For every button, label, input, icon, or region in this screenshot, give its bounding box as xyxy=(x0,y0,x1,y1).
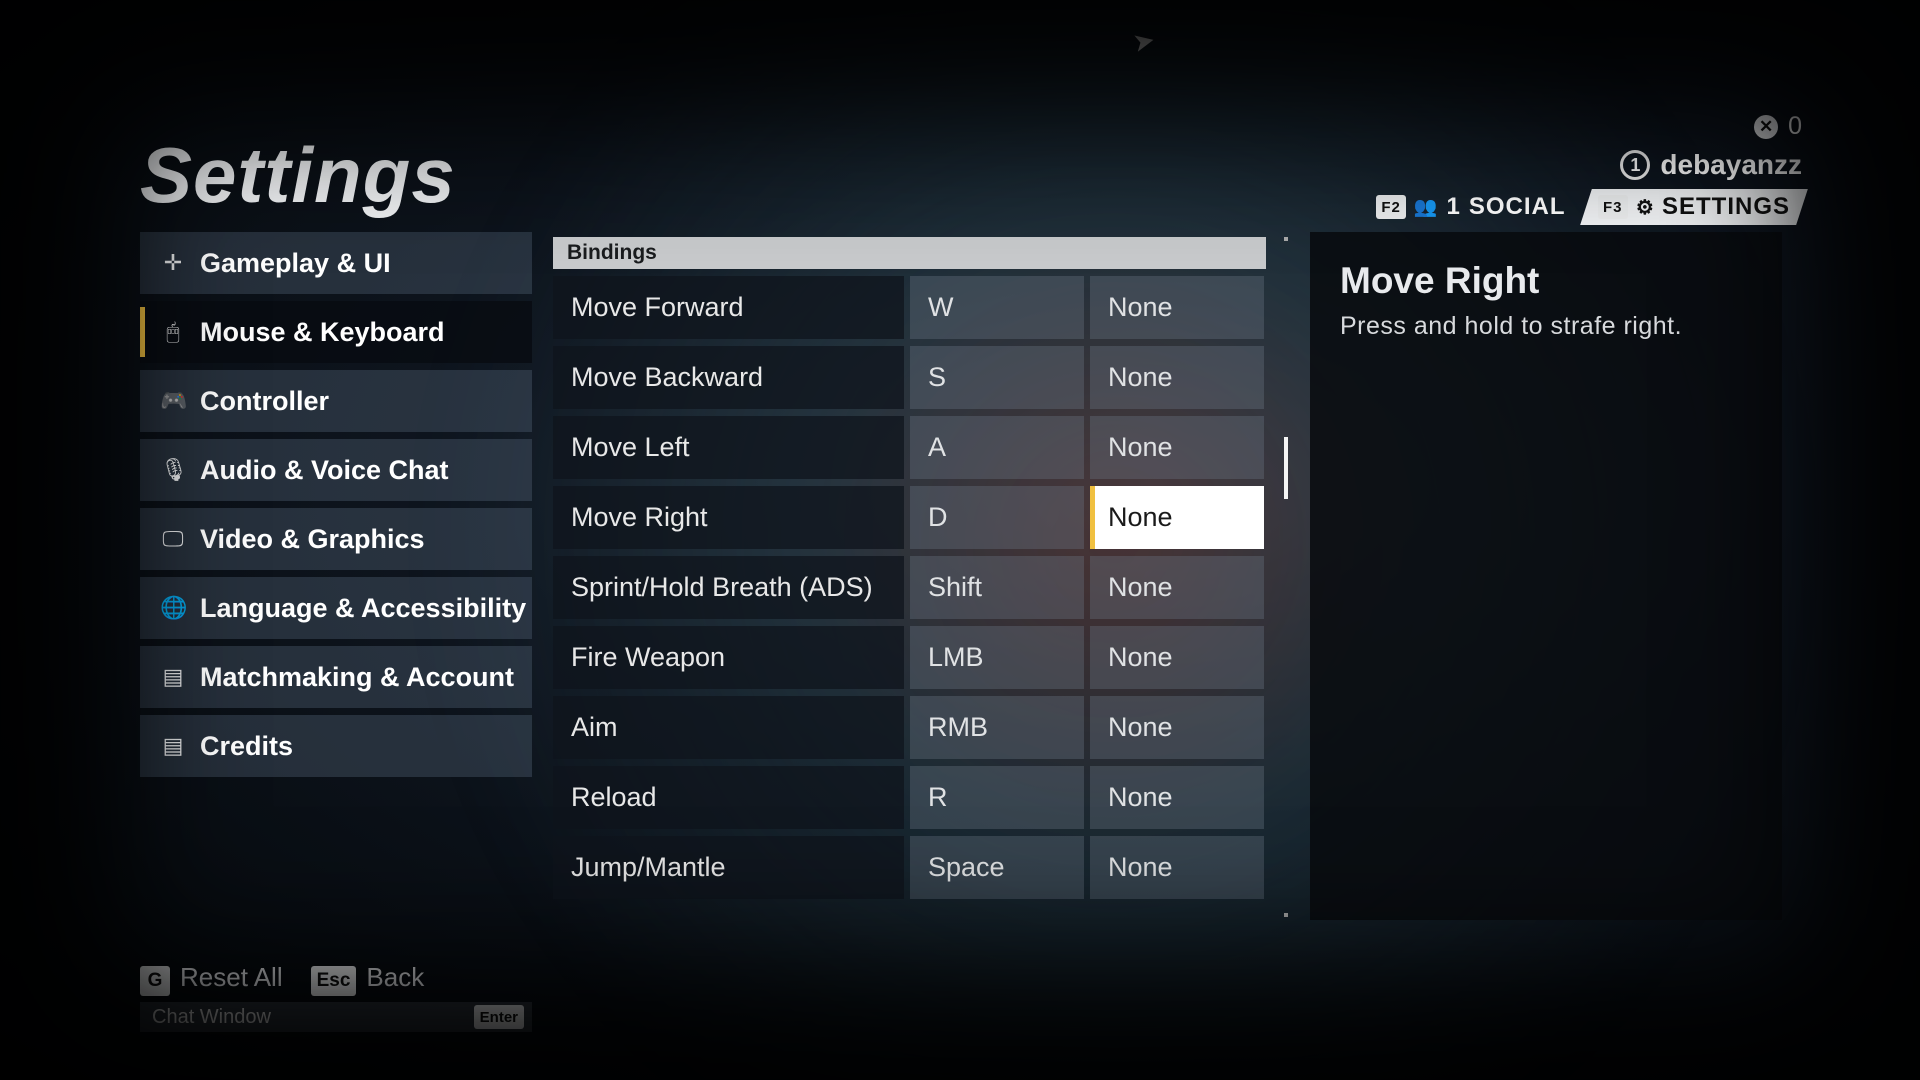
binding-alt-key[interactable]: None xyxy=(1090,836,1264,899)
username-label: debayanzz xyxy=(1660,149,1802,181)
cursor-icon: ➤ xyxy=(1130,24,1158,59)
tab-social[interactable]: F2 👥 1 SOCIAL xyxy=(1364,189,1577,225)
party-size-ring-icon: 1 xyxy=(1620,150,1650,180)
hud-tabs: F2 👥 1 SOCIAL F3 ⚙ SETTINGS xyxy=(1364,189,1802,225)
binding-alt-key[interactable]: None xyxy=(1090,696,1264,759)
reset-all-prompt[interactable]: G Reset All xyxy=(140,962,283,996)
bindings-scrollbar[interactable] xyxy=(1284,237,1288,917)
binding-alt-key[interactable]: None xyxy=(1090,486,1264,549)
binding-action-label: Jump/Mantle xyxy=(553,836,904,899)
scrollbar-thumb[interactable] xyxy=(1284,437,1288,499)
binding-alt-key[interactable]: None xyxy=(1090,346,1264,409)
sidebar-item-label: Controller xyxy=(200,386,329,417)
sidebar-item-audio-voice[interactable]: 🎙 Audio & Voice Chat xyxy=(140,439,532,501)
sidebar-item-credits[interactable]: ▤ Credits xyxy=(140,715,532,777)
page-title: Settings xyxy=(140,130,456,221)
binding-alt-key[interactable]: None xyxy=(1090,276,1264,339)
binding-action-label: Move Forward xyxy=(553,276,904,339)
sidebar-item-gameplay-ui[interactable]: ✛ Gameplay & UI xyxy=(140,232,532,294)
chat-window-label: Chat Window xyxy=(152,1006,271,1029)
sidebar-item-mouse-keyboard[interactable]: 🖱 Mouse & Keyboard xyxy=(140,301,532,363)
sidebar-item-label: Video & Graphics xyxy=(200,524,425,555)
list-icon: ▤ xyxy=(160,733,186,759)
bindings-section-header: Bindings xyxy=(553,237,1266,269)
binding-row: Move Forward W None xyxy=(553,276,1266,339)
crosshair-icon: ✛ xyxy=(160,250,186,276)
bindings-panel: Bindings Move Forward W None Move Backwa… xyxy=(553,237,1266,906)
binding-action-label: Move Left xyxy=(553,416,904,479)
binding-primary-key[interactable]: LMB xyxy=(910,626,1084,689)
list-icon: ▤ xyxy=(160,664,186,690)
sidebar-item-label: Credits xyxy=(200,731,293,762)
binding-primary-key[interactable]: W xyxy=(910,276,1084,339)
prompt-label: Back xyxy=(366,962,424,992)
sidebar-item-label: Matchmaking & Account xyxy=(200,662,514,693)
binding-row: Sprint/Hold Breath (ADS) Shift None xyxy=(553,556,1266,619)
scrollbar-top-marker xyxy=(1284,237,1288,241)
currency-display: ✕ 0 xyxy=(1754,112,1802,141)
microphone-icon: 🎙 xyxy=(160,457,186,483)
keycap-icon: F2 xyxy=(1376,195,1406,219)
binding-alt-key[interactable]: None xyxy=(1090,556,1264,619)
binding-action-label: Reload xyxy=(553,766,904,829)
social-count: 1 xyxy=(1447,193,1461,221)
player-identity[interactable]: 1 debayanzz xyxy=(1620,149,1802,181)
sidebar-item-video-graphics[interactable]: 🖵 Video & Graphics xyxy=(140,508,532,570)
prompt-label: Reset All xyxy=(180,962,283,992)
friends-icon: 👥 xyxy=(1414,195,1439,219)
tab-settings[interactable]: F3 ⚙ SETTINGS xyxy=(1580,189,1808,225)
sidebar-item-label: Language & Accessibility xyxy=(200,593,526,624)
binding-primary-key[interactable]: D xyxy=(910,486,1084,549)
currency-value: 0 xyxy=(1788,112,1802,141)
gamepad-icon: 🎮 xyxy=(160,388,186,414)
tab-label: SETTINGS xyxy=(1662,193,1790,221)
binding-action-label: Sprint/Hold Breath (ADS) xyxy=(553,556,904,619)
binding-action-label: Move Backward xyxy=(553,346,904,409)
detail-description: Press and hold to strafe right. xyxy=(1340,312,1752,341)
binding-action-label: Move Right xyxy=(553,486,904,549)
detail-title: Move Right xyxy=(1340,260,1752,302)
tab-label: SOCIAL xyxy=(1469,193,1566,221)
top-right-hud: ✕ 0 1 debayanzz F2 👥 1 SOCIAL F3 ⚙ SETTI… xyxy=(1364,112,1802,225)
binding-primary-key[interactable]: Space xyxy=(910,836,1084,899)
gear-icon: ⚙ xyxy=(1635,195,1654,220)
footer-prompts: G Reset All Esc Back xyxy=(140,962,424,996)
binding-row: Aim RMB None xyxy=(553,696,1266,759)
binding-primary-key[interactable]: RMB xyxy=(910,696,1084,759)
sidebar-item-label: Audio & Voice Chat xyxy=(200,455,449,486)
binding-alt-key[interactable]: None xyxy=(1090,766,1264,829)
binding-detail-panel: Move Right Press and hold to strafe righ… xyxy=(1310,232,1782,920)
keycap-icon: Esc xyxy=(311,966,357,996)
binding-primary-key[interactable]: Shift xyxy=(910,556,1084,619)
binding-row: Move Right D None xyxy=(553,486,1266,549)
binding-row: Move Backward S None xyxy=(553,346,1266,409)
keycap-icon: F3 xyxy=(1598,195,1628,219)
sidebar-item-matchmaking-account[interactable]: ▤ Matchmaking & Account xyxy=(140,646,532,708)
currency-icon: ✕ xyxy=(1754,115,1778,139)
binding-row: Jump/Mantle Space None xyxy=(553,836,1266,899)
binding-action-label: Fire Weapon xyxy=(553,626,904,689)
sidebar-item-label: Gameplay & UI xyxy=(200,248,391,279)
sidebar-item-language-accessibility[interactable]: 🌐 Language & Accessibility xyxy=(140,577,532,639)
binding-row: Move Left A None xyxy=(553,416,1266,479)
binding-alt-key[interactable]: None xyxy=(1090,626,1264,689)
sidebar-item-label: Mouse & Keyboard xyxy=(200,317,445,348)
binding-primary-key[interactable]: S xyxy=(910,346,1084,409)
binding-row: Fire Weapon LMB None xyxy=(553,626,1266,689)
chat-window-bar[interactable]: Chat Window Enter xyxy=(140,1002,532,1032)
sidebar-item-controller[interactable]: 🎮 Controller xyxy=(140,370,532,432)
binding-primary-key[interactable]: A xyxy=(910,416,1084,479)
binding-primary-key[interactable]: R xyxy=(910,766,1084,829)
binding-row: Reload R None xyxy=(553,766,1266,829)
binding-action-label: Aim xyxy=(553,696,904,759)
mouse-icon: 🖱 xyxy=(160,319,186,345)
binding-alt-key[interactable]: None xyxy=(1090,416,1264,479)
monitor-icon: 🖵 xyxy=(160,526,186,552)
settings-sidebar: ✛ Gameplay & UI 🖱 Mouse & Keyboard 🎮 Con… xyxy=(140,232,532,777)
globe-icon: 🌐 xyxy=(160,595,186,621)
scrollbar-bottom-marker xyxy=(1284,913,1288,917)
keycap-icon: Enter xyxy=(474,1005,524,1029)
back-prompt[interactable]: Esc Back xyxy=(311,962,425,996)
keycap-icon: G xyxy=(140,966,170,996)
